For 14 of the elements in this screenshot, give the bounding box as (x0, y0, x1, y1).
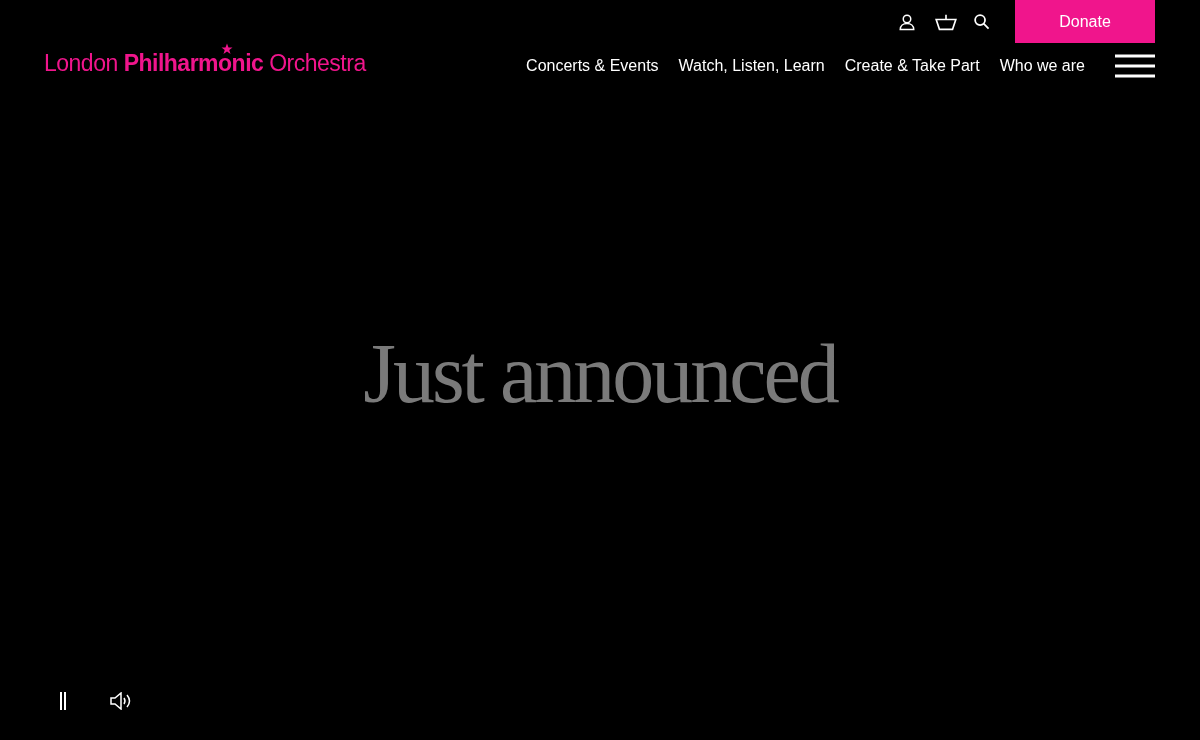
nav-link[interactable]: Create & Take Part (844, 54, 980, 78)
search-icon[interactable] (973, 13, 990, 30)
donate-button[interactable]: Donate (1015, 0, 1155, 43)
menu-icon[interactable] (1115, 54, 1155, 78)
star-icon (221, 43, 233, 55)
nav-link[interactable]: Watch, Listen, Learn (678, 54, 825, 78)
account-icon[interactable] (898, 12, 916, 31)
logo[interactable]: London Philharmonic Orchestra (44, 48, 366, 78)
nav-link[interactable]: Concerts & Events (526, 54, 659, 78)
speaker-button[interactable] (110, 692, 132, 710)
pause-button[interactable] (58, 692, 68, 710)
basket-icon[interactable] (935, 12, 957, 31)
nav-link[interactable]: Who we are (999, 54, 1085, 78)
hero-title: Just announced (363, 329, 837, 419)
